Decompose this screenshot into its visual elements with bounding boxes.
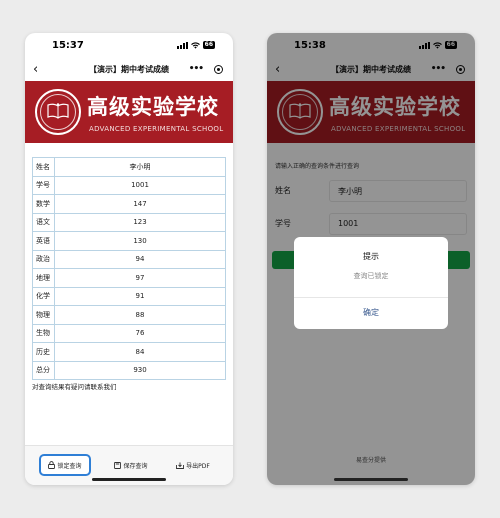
table-row: 政治 94 (32, 249, 226, 269)
wifi-icon (190, 41, 200, 49)
table-row: 语文 123 (32, 212, 226, 232)
row-label: 总分 (32, 360, 55, 380)
signal-icon (176, 41, 188, 49)
school-emblem-icon (35, 89, 81, 135)
table-row: 地理 97 (32, 268, 226, 288)
row-label: 地理 (32, 268, 55, 288)
score-table: 姓名 李小明 学号 1001 数学 147 语文 123 英语 130 政治 94 地理 97 化学 91 物理… (32, 157, 226, 380)
bottom-toolbar: 锁定查询 保存查询 导出PDF (25, 445, 233, 485)
row-label: 姓名 (32, 157, 55, 177)
row-value: 123 (54, 212, 226, 232)
lock-query-button[interactable]: 锁定查询 (39, 454, 91, 476)
lock-query-label: 锁定查询 (57, 462, 82, 470)
battery-icon: 66 (202, 41, 215, 49)
home-indicator (334, 478, 408, 481)
dialog-title: 提示 (363, 252, 379, 261)
row-label: 数学 (32, 194, 55, 214)
status-icons: 66 (176, 41, 215, 49)
dialog-ok-button[interactable]: 确定 (294, 297, 448, 329)
table-row: 历史 84 (32, 342, 226, 362)
more-dots-icon[interactable]: ••• (189, 60, 204, 78)
table-row: 物理 88 (32, 305, 226, 325)
alert-dialog: 提示 查询已锁定 确定 (294, 237, 448, 329)
row-value: 130 (54, 231, 226, 251)
row-label: 学号 (32, 175, 55, 195)
row-value: 94 (54, 249, 226, 269)
row-value: 88 (54, 305, 226, 325)
school-banner: 高级实验学校 ADVANCED EXPERIMENTAL SCHOOL (25, 81, 233, 143)
row-value: 1001 (54, 175, 226, 195)
row-value: 930 (54, 360, 226, 380)
nav-bar: ‹ 【演示】期中考试成绩 ••• (25, 60, 233, 80)
row-value: 147 (54, 194, 226, 214)
row-value: 李小明 (54, 157, 226, 177)
dialog-message: 查询已锁定 (353, 272, 389, 280)
table-row: 学号 1001 (32, 175, 226, 195)
school-name-cn: 高级实验学校 (87, 94, 219, 119)
table-row: 姓名 李小明 (32, 157, 226, 177)
pdf-icon (176, 462, 185, 469)
export-pdf-label: 导出PDF (186, 462, 210, 470)
mini-program-target-icon[interactable] (214, 65, 223, 74)
row-label: 语文 (32, 212, 55, 232)
row-label: 化学 (32, 286, 55, 306)
row-label: 历史 (32, 342, 55, 362)
table-row: 英语 130 (32, 231, 226, 251)
row-value: 91 (54, 286, 226, 306)
home-indicator (92, 478, 166, 481)
phone-screen-results: 15:37 66 ‹ 【演示】期中考试成绩 ••• 高级实验学校 ADVANCE… (25, 33, 233, 485)
table-row: 化学 91 (32, 286, 226, 306)
phone-screen-query: 15:38 66 ‹ 【演示】期中考试成绩 ••• 高级实验学校 ADVANCE… (267, 33, 475, 485)
table-row: 数学 147 (32, 194, 226, 214)
save-query-button[interactable]: 保存查询 (111, 454, 151, 476)
export-pdf-button[interactable]: 导出PDF (173, 454, 213, 476)
status-bar: 15:37 66 (25, 33, 233, 55)
row-label: 物理 (32, 305, 55, 325)
row-value: 76 (54, 323, 226, 343)
lock-icon (48, 461, 56, 469)
save-icon (114, 461, 122, 469)
school-name-en: ADVANCED EXPERIMENTAL SCHOOL (89, 125, 224, 133)
table-row: 总分 930 (32, 360, 226, 380)
row-label: 英语 (32, 231, 55, 251)
row-label: 政治 (32, 249, 55, 269)
row-label: 生物 (32, 323, 55, 343)
row-value: 97 (54, 268, 226, 288)
row-value: 84 (54, 342, 226, 362)
contact-note: 对查询结果有疑问请联系我们 (32, 383, 117, 391)
save-query-label: 保存查询 (123, 462, 148, 470)
table-row: 生物 76 (32, 323, 226, 343)
status-time: 15:37 (52, 40, 84, 51)
